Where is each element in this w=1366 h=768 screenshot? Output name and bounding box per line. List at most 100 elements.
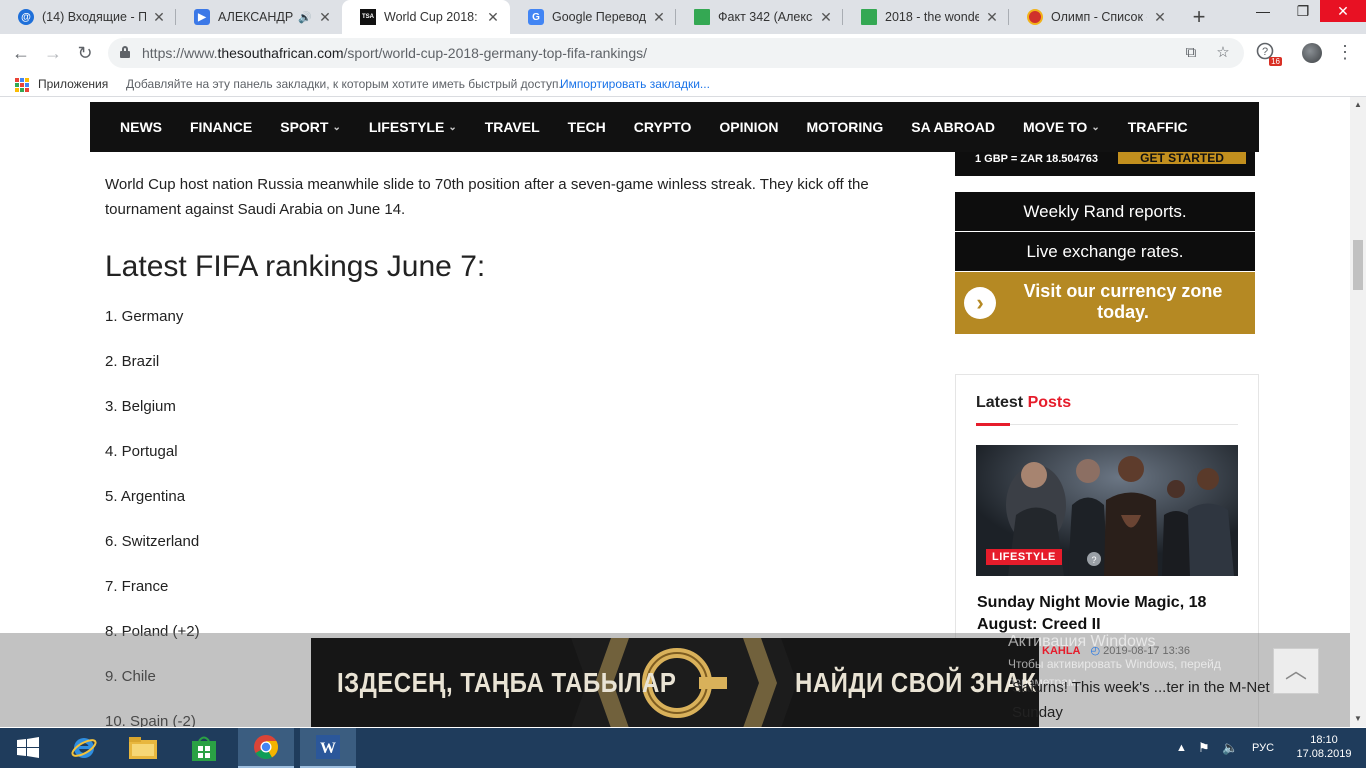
clock-date: 17.08.2019 [1296,748,1352,760]
nav-traffic[interactable]: TRAFFIC [1128,119,1188,135]
close-icon[interactable]: ✕ [1153,9,1167,26]
ranking-item: 2. Brazil [105,353,160,370]
nav-lifestyle[interactable]: LIFESTYLE ⌄ [369,119,457,135]
currency-ad-line: Live exchange rates. [955,232,1255,271]
post-title-link[interactable]: Sunday Night Movie Magic, 18 August: Cre… [977,592,1237,636]
currency-ad-line: Weekly Rand reports. [955,192,1255,231]
menu-icon[interactable]: ⋮ [1336,42,1354,62]
nav-motoring[interactable]: MOTORING [807,119,884,135]
ranking-item: 7. France [105,578,169,595]
url-text[interactable]: https://www.thesouthafrican.com/sport/wo… [142,45,647,61]
svg-text:?: ? [1262,46,1268,58]
close-icon[interactable]: ✕ [318,9,332,26]
translate-page-icon[interactable]: ⧉ [1182,44,1200,62]
close-icon[interactable]: ✕ [486,9,500,26]
nav-finance[interactable]: FINANCE [190,119,252,135]
close-icon[interactable]: ✕ [819,9,833,26]
scroll-to-top-button[interactable]: ︿ [1273,648,1319,694]
page-scrollbar[interactable]: ▲ ▼ [1350,97,1366,727]
windows-taskbar: W ▲ ⚑ 🔈 РУС 18:10 17.08.2019 [0,728,1366,768]
get-started-button[interactable]: GET STARTED [1118,152,1246,164]
close-icon[interactable]: ✕ [985,9,999,26]
post-meta: KAHLA ◴ 2019-08-17 13:36 [1042,644,1190,657]
bookmarks-bar: Приложения Добавляйте на эту панель закл… [0,72,1366,97]
widget-title: Latest Posts [976,394,1072,411]
address-bar[interactable]: https://www.thesouthafrican.com/sport/wo… [108,38,1244,68]
lock-icon[interactable] [120,46,130,58]
system-clock[interactable]: 18:10 17.08.2019 [1294,733,1354,761]
network-icon[interactable]: ⚑ [1198,728,1210,768]
minimize-button[interactable]: — [1244,0,1282,22]
nav-news[interactable]: NEWS [120,119,162,135]
extension-badge: 16 [1269,57,1282,66]
scroll-up-icon[interactable]: ▲ [1350,97,1366,113]
mail-icon: @ [18,9,34,25]
nav-sport[interactable]: SPORT ⌄ [280,119,341,135]
nav-crypto[interactable]: CRYPTO [634,119,692,135]
tab-title: (14) Входящие - По [42,10,146,24]
bookmark-star-icon[interactable]: ☆ [1214,44,1232,62]
apps-link[interactable]: Приложения [38,77,108,91]
close-window-button[interactable]: ✕ [1320,0,1366,22]
svg-text:W: W [320,740,336,757]
language-indicator[interactable]: РУС [1252,728,1274,768]
play-icon: ▶ [194,9,210,25]
nav-move-to[interactable]: MOVE TO ⌄ [1023,119,1100,135]
post-author[interactable]: KAHLA [1042,645,1081,657]
store-icon[interactable] [176,728,232,768]
tab-title: Олимп - Список сп [1051,10,1147,24]
tab-olymp[interactable]: Олимп - Список сп ✕ [1009,0,1177,34]
profile-avatar[interactable] [1302,43,1322,63]
tab-title: Google Переводчи [552,10,646,24]
volume-icon[interactable]: 🔈 [1222,728,1238,768]
new-tab-button[interactable]: + [1186,4,1212,30]
nav-travel[interactable]: TRAVEL [485,119,540,135]
tray-overflow-icon[interactable]: ▲ [1176,728,1187,768]
nav-opinion[interactable]: OPINION [719,119,778,135]
extension-icon[interactable]: ? 16 [1256,42,1282,66]
internet-explorer-icon[interactable] [56,728,112,768]
close-icon[interactable]: ✕ [652,9,666,26]
clock-icon: ◴ [1090,645,1104,657]
currency-ad[interactable]: Weekly Rand reports. Live exchange rates… [955,192,1255,334]
banner-ad[interactable]: ІЗДЕСЕҢ, ТАҢБА ТАБЫЛАР НАЙДИ СВОЙ ЗНАК [311,638,1039,727]
tab-sheet-2018[interactable]: 2018 - the wonderf ✕ [843,0,1009,34]
start-button[interactable] [0,728,56,768]
tab-title: 2018 - the wonderf [885,10,979,24]
tab-strip: @ (14) Входящие - По ✕ ▶ АЛЕКСАНДР Г. 🔊 … [0,0,1366,34]
restore-button[interactable]: ❐ [1284,0,1322,22]
tab-translate[interactable]: G Google Переводчи ✕ [510,0,676,34]
post-excerpt: Saturns! This week's ...ter in the M-Net… [1012,679,1270,721]
apps-icon[interactable] [15,78,29,92]
close-icon[interactable]: ✕ [152,9,166,26]
file-explorer-icon[interactable] [115,728,171,768]
forward-button[interactable]: → [40,40,66,66]
tab-sheet-fact[interactable]: Факт 342 (Алексан ✕ [676,0,843,34]
tab-mail[interactable]: @ (14) Входящие - По ✕ [0,0,176,34]
reload-button[interactable]: ↻ [72,40,98,66]
scroll-down-icon[interactable]: ▼ [1350,711,1366,727]
nav-tech[interactable]: TECH [568,119,606,135]
category-badge[interactable]: LIFESTYLE [986,549,1062,565]
currency-ad-cta[interactable]: Visit our currency zone today. [1003,281,1243,323]
chrome-icon[interactable] [238,728,294,768]
speaker-icon[interactable]: 🔊 [298,11,312,24]
back-button[interactable]: ← [8,40,34,66]
tab-worldcup[interactable]: TSA World Cup 2018: Ge ✕ [342,0,510,34]
nav-sa-abroad[interactable]: SA ABROAD [911,119,995,135]
browser-toolbar: ← → ↻ https://www.thesouthafrican.com/sp… [0,34,1366,72]
svg-text:?: ? [1091,555,1096,565]
tab-title: Факт 342 (Алексан [718,10,813,24]
import-bookmarks-link[interactable]: Импортировать закладки... [560,77,710,91]
scrollbar-thumb[interactable] [1353,240,1363,290]
post-thumbnail[interactable]: ? LIFESTYLE [976,445,1238,576]
post-date: 2019-08-17 13:36 [1103,645,1191,657]
ranking-item: 4. Portugal [105,443,178,460]
chevron-down-icon: ⌄ [332,121,341,133]
windows-activation-watermark: Чтобы активировать Windows, перейд [1008,657,1221,671]
word-icon[interactable]: W [300,728,356,768]
currency-ad-cta-panel[interactable]: › Visit our currency zone today. [955,272,1255,334]
site-nav: NEWS FINANCE SPORT ⌄ LIFESTYLE ⌄ TRAVEL TE… [90,102,1259,152]
clock-time: 18:10 [1310,734,1338,746]
tab-video[interactable]: ▶ АЛЕКСАНДР Г. 🔊 ✕ [176,0,342,34]
